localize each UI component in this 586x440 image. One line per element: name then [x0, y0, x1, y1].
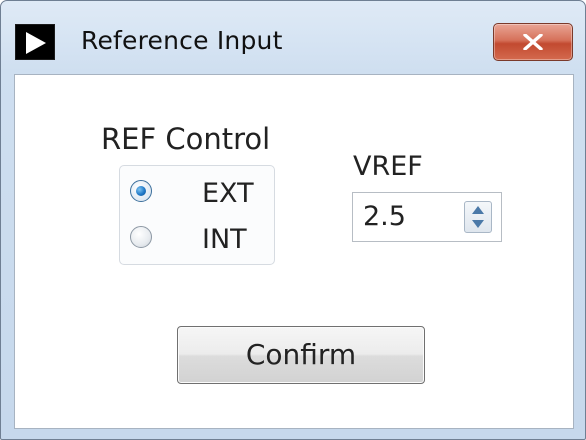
spin-updown-icon[interactable] — [464, 201, 492, 233]
vref-value[interactable]: 2.5 — [363, 201, 406, 232]
ref-control-label: REF Control — [101, 122, 271, 156]
dialog-content: REF Control EXT INT VREF 2.5 Confirm — [14, 74, 574, 429]
int-label: INT — [202, 224, 247, 255]
ext-label: EXT — [202, 178, 254, 209]
radio-selected-dot — [136, 186, 146, 196]
vref-numeric-input[interactable]: 2.5 — [352, 192, 502, 242]
close-button[interactable] — [493, 23, 573, 61]
dialog-window: Reference Input REF Control EXT INT VREF… — [0, 0, 586, 440]
increment-button[interactable] — [465, 202, 491, 217]
vref-label: VREF — [353, 151, 423, 182]
play-arrow-icon — [26, 32, 46, 54]
int-radio[interactable] — [130, 226, 152, 248]
close-icon — [523, 34, 543, 50]
radio-option-int[interactable]: INT — [120, 220, 274, 260]
chevron-up-icon — [472, 206, 484, 214]
radio-option-ext[interactable]: EXT — [120, 174, 274, 214]
ref-control-group: EXT INT — [119, 165, 275, 265]
decrement-button[interactable] — [465, 217, 491, 232]
chevron-down-icon — [472, 220, 484, 228]
window-title: Reference Input — [81, 26, 283, 55]
title-bar[interactable]: Reference Input — [1, 1, 585, 71]
confirm-button[interactable]: Confirm — [177, 326, 425, 384]
ext-radio[interactable] — [130, 180, 152, 202]
app-icon — [15, 24, 55, 60]
